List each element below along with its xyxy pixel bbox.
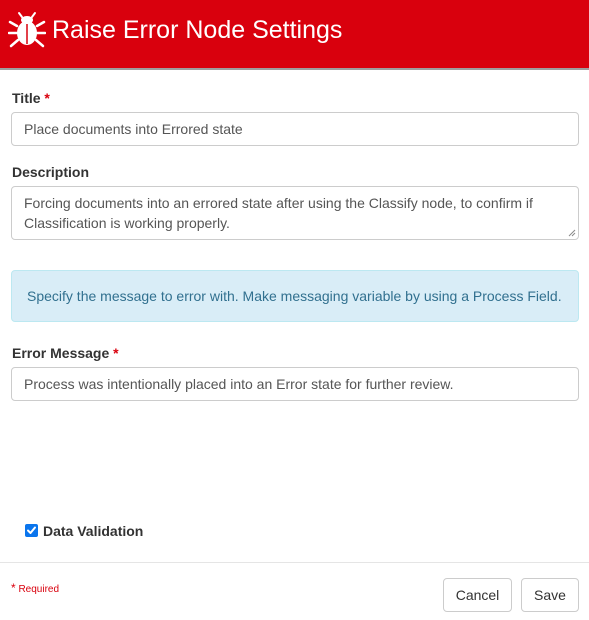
- description-label: Description: [12, 164, 90, 180]
- required-note: * Required: [11, 581, 59, 595]
- error-message-label: Error Message *: [12, 345, 119, 361]
- resize-grip-icon[interactable]: [568, 229, 576, 237]
- footer-divider: [0, 562, 589, 563]
- cancel-button[interactable]: Cancel: [443, 578, 512, 612]
- dialog-title: Raise Error Node Settings: [52, 16, 343, 44]
- error-message-input[interactable]: Process was intentionally placed into an…: [11, 367, 579, 401]
- title-label-text: Title: [12, 90, 41, 106]
- required-marker: *: [44, 90, 50, 106]
- description-textarea[interactable]: Forcing documents into an errored state …: [11, 186, 579, 240]
- required-note-text: Required: [18, 584, 60, 595]
- description-text: Forcing documents into an errored state …: [24, 195, 533, 231]
- title-input[interactable]: Place documents into Errored state: [11, 112, 579, 146]
- error-message-label-text: Error Message: [12, 345, 110, 361]
- dialog-header: Raise Error Node Settings: [0, 0, 589, 70]
- data-validation-label: Data Validation: [43, 523, 144, 539]
- required-marker: *: [11, 581, 16, 595]
- title-label: Title *: [12, 90, 50, 106]
- bug-icon: [8, 12, 46, 48]
- data-validation-checkbox[interactable]: [25, 524, 38, 537]
- checkmark-icon: [27, 526, 36, 534]
- required-marker: *: [113, 345, 119, 361]
- save-button[interactable]: Save: [521, 578, 579, 612]
- info-alert: Specify the message to error with. Make …: [11, 270, 579, 322]
